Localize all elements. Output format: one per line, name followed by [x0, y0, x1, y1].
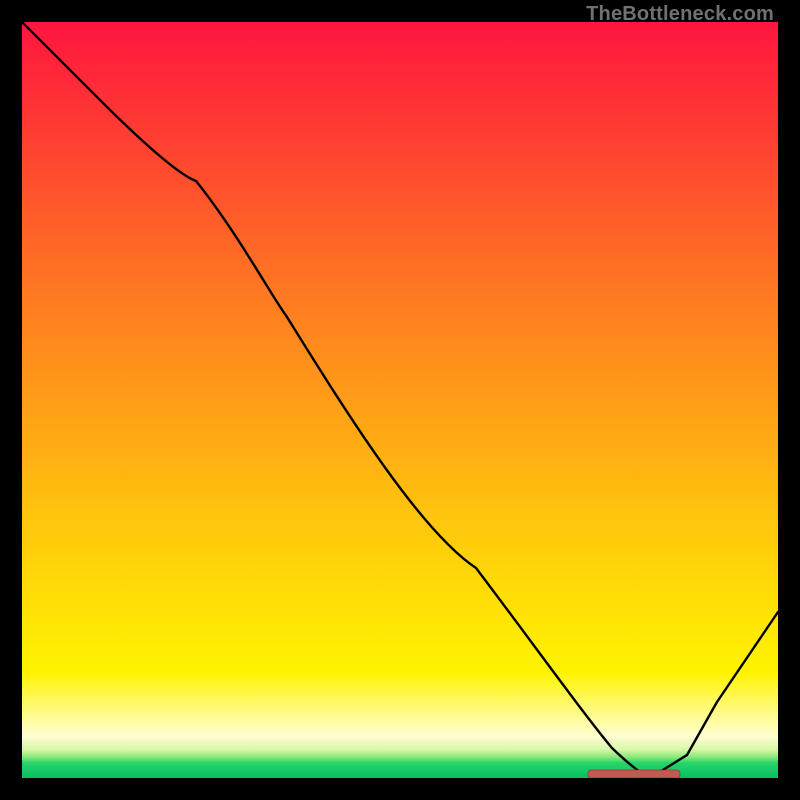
optimum-marker: [588, 770, 680, 778]
attribution-watermark: TheBottleneck.com: [586, 3, 774, 26]
chart-overlay: [22, 22, 778, 778]
bottleneck-curve: [22, 22, 778, 778]
plot-area: [22, 22, 778, 778]
chart-stage: TheBottleneck.com: [0, 0, 800, 800]
